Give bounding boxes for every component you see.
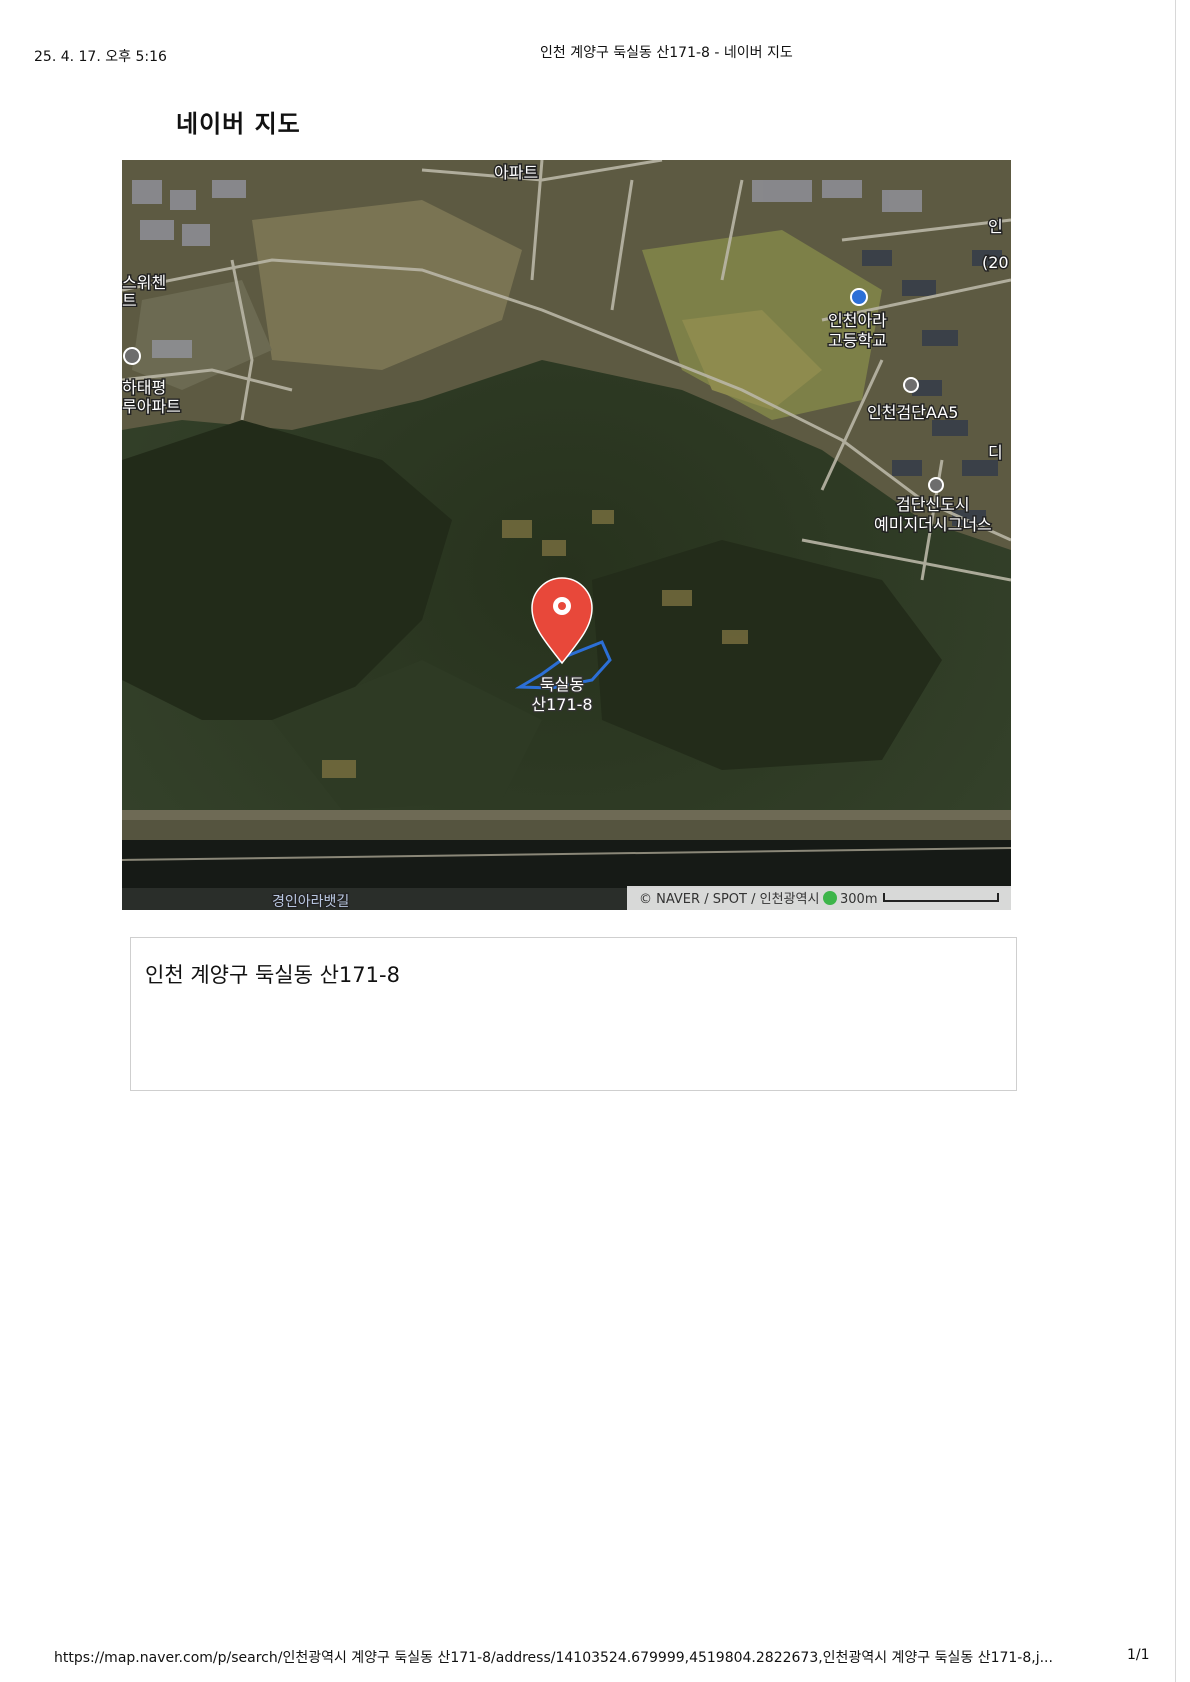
address-panel: 인천 계양구 둑실동 산171-8 — [130, 937, 1017, 1091]
label-switchen-2[interactable]: 트 — [122, 290, 138, 312]
school-icon — [850, 288, 868, 306]
print-url: https://map.naver.com/p/search/인천광역시 계양구… — [54, 1650, 1053, 1666]
label-sinsi-2[interactable]: 예미지더시그너스 — [873, 514, 994, 536]
page-edge — [1175, 0, 1176, 1682]
print-page-count: 1/1 — [1127, 1647, 1150, 1663]
print-date: 25. 4. 17. 오후 5:16 — [34, 49, 167, 65]
label-school-2[interactable]: 고등학교 — [827, 330, 889, 352]
label-geomdan-aa5[interactable]: 인천검단AA5 — [866, 402, 960, 424]
label-hapyeong-2[interactable]: 루아파트 — [122, 396, 182, 418]
label-apartment-top[interactable]: 아파트 — [493, 162, 540, 184]
print-page-title: 인천 계양구 둑실동 산171-8 - 네이버 지도 — [540, 45, 793, 61]
building-icon — [123, 347, 141, 365]
label-edge-in[interactable]: 인 — [987, 216, 1005, 238]
label-road[interactable]: 경인아라뱃길 — [271, 893, 351, 910]
label-edge-20[interactable]: (20 — [981, 252, 1010, 274]
label-school-1[interactable]: 인천아라 — [827, 310, 889, 332]
satellite-map[interactable]: 둑실동 산171-8 아파트 스위첸 트 하태평 루아파트 인천아라 고등학교 … — [122, 160, 1011, 910]
label-sinsi-1[interactable]: 검단신도시 — [895, 494, 971, 516]
label-switchen-1[interactable]: 스위첸 — [122, 272, 168, 294]
building-icon — [903, 377, 919, 393]
address-text: 인천 계양구 둑실동 산171-8 — [145, 963, 400, 987]
label-hapyeong-1[interactable]: 하태평 — [122, 377, 168, 399]
scale-label: 300m — [840, 892, 877, 907]
naver-logo-icon — [823, 891, 837, 905]
map-attribution: © NAVER / SPOT / 인천광역시 — [639, 892, 819, 907]
label-edge-di[interactable]: 디 — [987, 442, 1005, 464]
marker-label-line1: 둑실동 — [540, 675, 584, 694]
building-icon — [928, 477, 944, 493]
marker-label-line2: 산171-8 — [531, 695, 592, 714]
naver-map-title: 네이버 지도 — [176, 110, 301, 138]
